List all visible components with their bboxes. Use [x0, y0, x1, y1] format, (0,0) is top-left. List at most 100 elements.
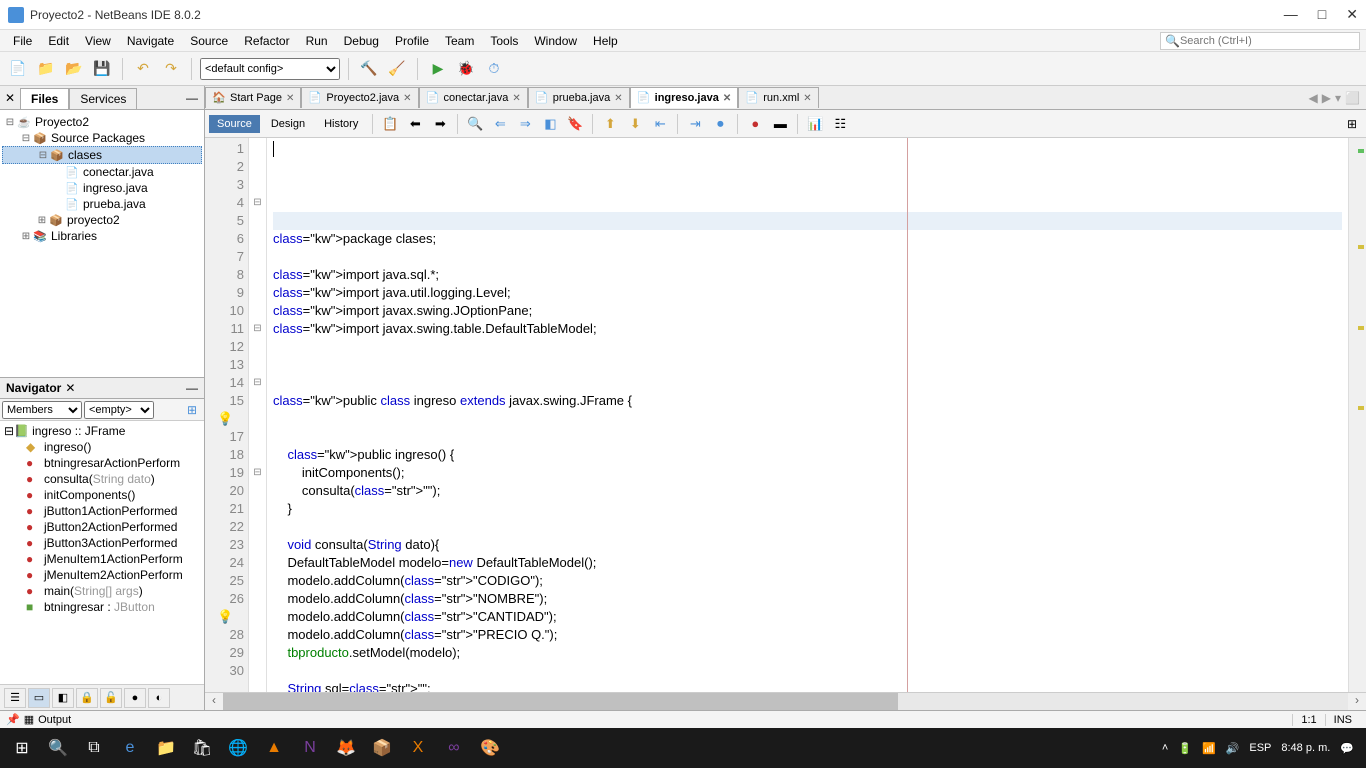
panel-minimize-icon[interactable]: —: [180, 91, 204, 105]
nav-filter-7[interactable]: ◐: [148, 688, 170, 708]
xampp-icon[interactable]: X: [400, 730, 436, 766]
nav-filter-4[interactable]: 🔒: [76, 688, 98, 708]
menu-help[interactable]: Help: [586, 32, 625, 50]
find-prev-icon[interactable]: ⇐: [489, 113, 511, 135]
next-bookmark-icon[interactable]: ⬇: [624, 113, 646, 135]
tree-file-conectar[interactable]: 📄 conectar.java: [2, 164, 202, 180]
nav-filter-6[interactable]: ●: [124, 688, 146, 708]
nav-item[interactable]: ●main(String[] args): [2, 583, 202, 599]
view-source-button[interactable]: Source: [209, 115, 260, 133]
chrome-icon[interactable]: 🌐: [220, 730, 256, 766]
explorer-icon[interactable]: 📁: [148, 730, 184, 766]
menu-profile[interactable]: Profile: [388, 32, 436, 50]
tab-proyecto2[interactable]: 📄Proyecto2.java✕: [301, 87, 418, 108]
nav-filter-2[interactable]: ▭: [28, 688, 50, 708]
scroll-right-icon[interactable]: ›: [1348, 693, 1366, 710]
nav-root[interactable]: ⊟📗 ingreso :: JFrame: [2, 423, 202, 439]
nav-item[interactable]: ●jButton2ActionPerformed: [2, 519, 202, 535]
close-icon[interactable]: ✕: [286, 93, 294, 104]
search-input[interactable]: [1180, 35, 1355, 47]
wifi-icon[interactable]: 📶: [1202, 742, 1216, 755]
nav-filter-3[interactable]: ◧: [52, 688, 74, 708]
tab-prueba[interactable]: 📄prueba.java✕: [528, 87, 630, 108]
close-icon[interactable]: ✕: [403, 93, 411, 104]
menu-refactor[interactable]: Refactor: [237, 32, 296, 50]
close-icon[interactable]: ✕: [723, 93, 731, 104]
back-icon[interactable]: ⬅: [404, 113, 426, 135]
project-tree[interactable]: ⊟☕ Proyecto2 ⊟📦 Source Packages ⊟📦 clase…: [0, 110, 204, 377]
shift-right-icon[interactable]: ⇥: [684, 113, 706, 135]
close-button[interactable]: ✕: [1346, 6, 1358, 23]
new-project-button[interactable]: 📁: [34, 57, 58, 81]
nav-filter-1[interactable]: ☰: [4, 688, 26, 708]
tree-package-proyecto2[interactable]: ⊞📦 proyecto2: [2, 212, 202, 228]
menu-edit[interactable]: Edit: [41, 32, 76, 50]
shift-left-icon[interactable]: ⇤: [649, 113, 671, 135]
last-edit-icon[interactable]: 📋: [379, 113, 401, 135]
filter-select[interactable]: <empty>: [84, 401, 154, 419]
toggle-highlight-icon[interactable]: ◧: [539, 113, 561, 135]
tree-file-prueba[interactable]: 📄 prueba.java: [2, 196, 202, 212]
projects-close-icon[interactable]: ✕: [0, 91, 20, 105]
menu-run[interactable]: Run: [299, 32, 335, 50]
language-indicator[interactable]: ESP: [1249, 742, 1271, 754]
redo-button[interactable]: ↷: [159, 57, 183, 81]
battery-icon[interactable]: 🔋: [1178, 742, 1192, 755]
toggle-bookmark-icon[interactable]: 🔖: [564, 113, 586, 135]
nav-item[interactable]: ●jButton3ActionPerformed: [2, 535, 202, 551]
line-gutter[interactable]: 123456789101112131415💡171819202122232425…: [205, 138, 249, 692]
nav-item[interactable]: ●jMenuItem1ActionPerform: [2, 551, 202, 567]
tab-start-page[interactable]: 🏠Start Page✕: [205, 87, 301, 108]
comment-icon[interactable]: ▬: [769, 113, 791, 135]
tree-package-clases[interactable]: ⊟📦 clases: [2, 146, 202, 164]
tab-runxml[interactable]: 📄run.xml✕: [738, 87, 818, 108]
menu-view[interactable]: View: [78, 32, 118, 50]
nav-filter-5[interactable]: 🔓: [100, 688, 122, 708]
nav-item[interactable]: ●btningresarActionPerform: [2, 455, 202, 471]
tab-prev-icon[interactable]: ◀: [1309, 91, 1318, 105]
new-file-button[interactable]: 📄: [6, 57, 30, 81]
task-view-icon[interactable]: ⧉: [76, 730, 112, 766]
nav-item[interactable]: ◆ingreso(): [2, 439, 202, 455]
split-icon[interactable]: ⊞: [1342, 117, 1362, 131]
profile-button[interactable]: ⏱: [482, 57, 506, 81]
menu-navigate[interactable]: Navigate: [120, 32, 181, 50]
tab-list-icon[interactable]: ▾: [1335, 91, 1341, 105]
minimize-button[interactable]: —: [1284, 6, 1298, 23]
pin-icon[interactable]: 📌: [6, 713, 20, 726]
paint-icon[interactable]: 🎨: [472, 730, 508, 766]
start-button[interactable]: ⊞: [4, 730, 40, 766]
members-select[interactable]: Members: [2, 401, 82, 419]
tray-chevron-icon[interactable]: ˄: [1162, 742, 1168, 754]
horizontal-scrollbar[interactable]: ‹ ›: [205, 692, 1366, 710]
vlc-icon[interactable]: ▲: [256, 730, 292, 766]
config-select[interactable]: <default config>: [200, 58, 340, 80]
nav-item[interactable]: ●jMenuItem2ActionPerform: [2, 567, 202, 583]
tree-libraries[interactable]: ⊞📚 Libraries: [2, 228, 202, 244]
forward-icon[interactable]: ➡: [429, 113, 451, 135]
tab-files[interactable]: Files: [20, 88, 69, 109]
vertical-scrollbar[interactable]: [1348, 138, 1366, 692]
view-history-button[interactable]: History: [316, 115, 366, 133]
clock[interactable]: 8:48 p. m.: [1281, 742, 1330, 754]
menu-tools[interactable]: Tools: [483, 32, 525, 50]
scroll-left-icon[interactable]: ‹: [205, 693, 223, 710]
output-button[interactable]: ▦ Output: [24, 713, 71, 726]
navigator-options-icon[interactable]: ⊞: [182, 403, 202, 417]
menu-debug[interactable]: Debug: [337, 32, 386, 50]
find-selection-icon[interactable]: 🔍: [464, 113, 486, 135]
build-button[interactable]: 🔨: [357, 57, 381, 81]
vs-icon[interactable]: ∞: [436, 730, 472, 766]
tree-source-packages[interactable]: ⊟📦 Source Packages: [2, 130, 202, 146]
nav-item[interactable]: ■btningresar : JButton: [2, 599, 202, 615]
menu-window[interactable]: Window: [527, 32, 584, 50]
tab-conectar[interactable]: 📄conectar.java✕: [419, 87, 528, 108]
clean-build-button[interactable]: 🧹: [385, 57, 409, 81]
menu-file[interactable]: File: [6, 32, 39, 50]
firefox-icon[interactable]: 🦊: [328, 730, 364, 766]
close-icon[interactable]: ✕: [803, 93, 811, 104]
store-icon[interactable]: 🛍: [184, 730, 220, 766]
tab-next-icon[interactable]: ▶: [1322, 91, 1331, 105]
edge-icon[interactable]: e: [112, 730, 148, 766]
go-to-icon[interactable]: ☷: [829, 113, 851, 135]
